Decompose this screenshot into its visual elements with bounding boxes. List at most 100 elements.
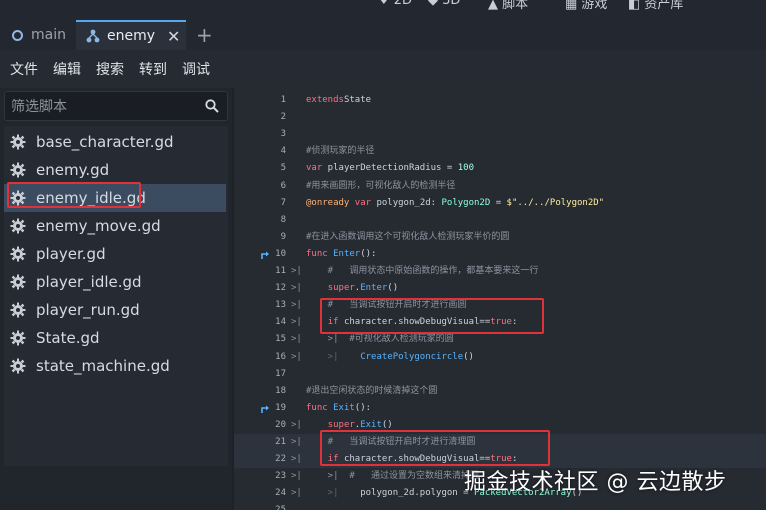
line-number: 24 — [275, 488, 286, 499]
highlight-box-enter-check — [320, 298, 544, 334]
code-token: () — [463, 351, 474, 362]
code-token: () — [387, 283, 399, 294]
code-text: #用来画圆形，可视化敌人的检测半径 — [306, 178, 455, 195]
code-token: Polygon2D — [441, 197, 491, 208]
code-token: var — [306, 163, 323, 174]
line-number: 11 — [275, 266, 286, 276]
menu-edit[interactable]: 编辑 — [53, 59, 81, 79]
gear-icon — [10, 134, 26, 150]
code-line[interactable]: 11 >| # 调用状态中原始函数的操作，都基本要来这一行 — [234, 263, 766, 280]
filter-placeholder: 筛选脚本 — [11, 99, 67, 115]
code-line[interactable]: 4 #侦测玩家的半径 — [234, 143, 766, 160]
indent-marker: >| — [291, 283, 302, 294]
code-text: #退出空闲状态的时候清掉这个圆 — [306, 383, 437, 400]
script-file-list: base_character.gd enemy.gd enemy_idle.gd en… — [4, 126, 228, 466]
line-number: 1 — [280, 95, 286, 105]
code-token: polygon_2d.polygon = — [360, 488, 474, 499]
code-token: >| — [306, 488, 361, 499]
add-tab-icon[interactable]: + — [196, 23, 213, 47]
menu-goto[interactable]: 转到 — [139, 59, 167, 79]
tab-label: enemy — [107, 28, 156, 44]
top-toolbar-item[interactable]: ▲ 脚本 — [488, 0, 528, 12]
top-toolbar-item[interactable]: ♦ 2D — [378, 0, 412, 8]
code-line[interactable]: 7 @onready var polygon_2d: Polygon2D = $"… — [234, 195, 766, 212]
menu-file[interactable]: 文件 — [10, 59, 38, 79]
menu-search[interactable]: 搜索 — [96, 59, 124, 79]
script-file-item[interactable]: enemy_move.gd — [4, 212, 226, 240]
line-number: 18 — [275, 385, 286, 396]
code-token: CreatePolygoncircle — [360, 351, 464, 362]
code-line[interactable]: 12 >| super.Enter() — [234, 280, 766, 297]
line-number: 13 — [275, 300, 286, 311]
method-override-icon[interactable] — [260, 250, 270, 260]
line-number: 16 — [275, 351, 286, 362]
tab-main[interactable]: main — [0, 20, 75, 50]
code-token: @onready — [306, 197, 350, 208]
tab-label: main — [31, 27, 66, 43]
menu-bar: 文件 编辑 搜索 转到 调试 — [0, 50, 766, 88]
code-token: >| # 通过设置为空数组来清掉圆 — [306, 471, 480, 482]
top-toolbar-item[interactable]: ◧ 资产库 — [628, 0, 683, 12]
code-line[interactable]: 6 #用来画圆形，可视化敌人的检测半径 — [234, 178, 766, 195]
code-line[interactable]: 3 — [234, 126, 766, 143]
code-line[interactable]: 17 — [234, 366, 766, 383]
line-number: 23 — [275, 471, 286, 482]
code-line[interactable]: 9 #在进入函数调用这个可视化敌人检测玩家半价的圆 — [234, 229, 766, 246]
code-text: >| # 通过设置为空数组来清掉圆 — [306, 468, 479, 485]
gear-icon — [10, 246, 26, 262]
menu-debug[interactable]: 调试 — [182, 59, 210, 79]
script-file-item[interactable]: enemy.gd — [4, 156, 226, 184]
code-token: func — [306, 402, 328, 413]
code-line[interactable]: 8 — [234, 212, 766, 229]
line-number: 12 — [275, 283, 286, 294]
script-file-item[interactable]: base_character.gd — [4, 128, 226, 156]
close-icon[interactable]: ✕ — [167, 27, 180, 46]
tab-enemy[interactable]: enemy ✕ — [76, 20, 186, 50]
script-file-name: State.gd — [36, 329, 100, 347]
code-line[interactable]: 5 var playerDetectionRadius = 100 — [234, 160, 766, 177]
gear-icon — [10, 218, 26, 234]
indent-marker: >| — [291, 317, 302, 328]
script-file-item[interactable]: player_run.gd — [4, 296, 226, 324]
gear-icon — [10, 162, 26, 178]
code-line[interactable]: 19 func Exit(): — [234, 400, 766, 417]
top-toolbar-item[interactable]: ▦ 游戏 — [565, 0, 607, 12]
top-toolbar-item[interactable]: ◆ 3D — [428, 0, 460, 8]
script-file-item[interactable]: player_idle.gd — [4, 268, 226, 296]
code-text: #在进入函数调用这个可视化敌人检测玩家半价的圆 — [306, 229, 509, 246]
gear-icon — [10, 358, 26, 374]
gear-icon — [10, 302, 26, 318]
tab-bar: main enemy ✕ + — [0, 20, 766, 50]
indent-marker: >| — [291, 488, 302, 499]
watermark: 掘金技术社区 @ 云边散步 — [464, 470, 727, 495]
scene-ring-icon — [12, 29, 23, 41]
script-list-panel: 筛选脚本 base_character.gd enemy.gd enemy_idle… — [0, 88, 232, 510]
indent-marker: >| — [291, 419, 302, 430]
line-number: 2 — [280, 112, 286, 123]
method-override-icon[interactable] — [260, 404, 270, 414]
code-text: func Exit(): — [306, 400, 371, 417]
code-line[interactable]: 1 extendsState — [234, 92, 766, 109]
code-token: () — [381, 419, 393, 430]
code-line[interactable]: 18 #退出空闲状态的时候清掉这个圆 — [234, 383, 766, 400]
code-token: (): — [354, 402, 372, 413]
line-number: 22 — [275, 454, 286, 465]
indent-marker: >| — [291, 334, 302, 345]
code-token: extends — [306, 95, 344, 105]
code-token: super — [327, 419, 355, 430]
script-file-item[interactable]: state_machine.gd — [4, 352, 226, 380]
filter-scripts-input[interactable]: 筛选脚本 — [4, 91, 228, 121]
script-file-item[interactable]: player.gd — [4, 240, 226, 268]
code-token: State — [343, 95, 372, 105]
code-line[interactable]: 2 — [234, 109, 766, 126]
code-line[interactable]: 25 — [234, 502, 766, 510]
search-icon[interactable] — [205, 99, 219, 113]
script-file-name: player_idle.gd — [36, 273, 142, 291]
code-line[interactable]: 10 func Enter(): — [234, 246, 766, 263]
line-number: 25 — [234, 502, 286, 510]
code-line[interactable]: 16 >| >| CreatePolygoncircle() — [234, 349, 766, 366]
line-number: 4 — [280, 146, 286, 157]
line-number: 15 — [275, 334, 286, 345]
script-file-item[interactable]: State.gd — [4, 324, 226, 352]
